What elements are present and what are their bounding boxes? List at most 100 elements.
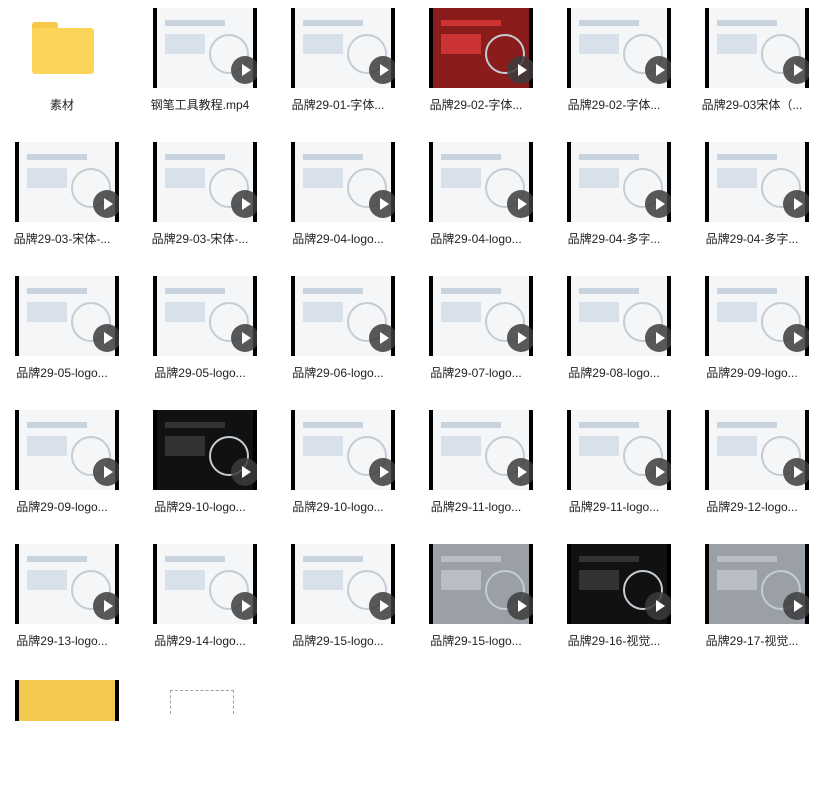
video-thumbnail [15, 142, 119, 222]
file-name-label: 素材 [49, 98, 74, 112]
file-name-label: 品牌29-08-logo... [568, 366, 660, 380]
video-file-item[interactable]: 品牌29-06-logo... [276, 268, 400, 392]
file-name-label: 品牌29-04-多字... [705, 232, 799, 246]
video-file-item[interactable]: 品牌29-17-视觉... [690, 536, 814, 660]
play-icon[interactable] [507, 56, 533, 84]
file-name-label: 品牌29-10-logo... [292, 500, 384, 514]
file-name-label: 品牌29-07-logo... [430, 366, 522, 380]
play-icon[interactable] [645, 56, 671, 84]
video-file-item[interactable]: 品牌29-08-logo... [552, 268, 676, 392]
video-file-item[interactable]: 品牌29-07-logo... [414, 268, 538, 392]
file-name-label: 品牌29-04-logo... [430, 232, 522, 246]
video-thumbnail [705, 142, 809, 222]
video-thumbnail [429, 8, 533, 88]
video-file-item[interactable]: 品牌29-02-字体... [552, 0, 676, 124]
video-file-item[interactable]: 品牌29-01-字体... [276, 0, 400, 124]
play-icon[interactable] [93, 458, 119, 486]
video-thumbnail [705, 276, 809, 356]
file-name-label: 品牌29-09-logo... [706, 366, 798, 380]
video-thumbnail [153, 8, 257, 88]
file-item-partial[interactable] [0, 672, 124, 796]
play-icon[interactable] [783, 324, 809, 352]
video-file-item[interactable]: 品牌29-12-logo... [690, 402, 814, 526]
play-icon[interactable] [783, 592, 809, 620]
play-icon[interactable] [645, 324, 671, 352]
video-file-item[interactable]: 品牌29-03宋体（... [690, 0, 814, 124]
video-file-item[interactable]: 品牌29-14-logo... [138, 536, 262, 660]
play-icon[interactable] [369, 458, 395, 486]
video-file-item[interactable]: 品牌29-09-logo... [690, 268, 814, 392]
play-icon[interactable] [783, 56, 809, 84]
file-name-label: 品牌29-13-logo... [16, 634, 108, 648]
play-icon[interactable] [231, 56, 257, 84]
video-file-item[interactable]: 品牌29-05-logo... [138, 268, 262, 392]
play-icon[interactable] [93, 190, 119, 218]
file-name-label: 品牌29-16-视觉... [567, 634, 661, 648]
video-file-item[interactable]: 品牌29-04-多字... [552, 134, 676, 258]
file-grid: 素材 钢笔工具教程.mp4 品牌29-01-字体... 品牌29-02-字体... 品牌… [0, 0, 814, 713]
video-file-item[interactable]: 品牌29-05-logo... [0, 268, 124, 392]
file-name-label: 品牌29-15-logo... [292, 634, 384, 648]
file-name-label: 品牌29-09-logo... [16, 500, 108, 514]
file-name-label: 品牌29-05-logo... [154, 366, 246, 380]
video-file-item[interactable]: 品牌29-09-logo... [0, 402, 124, 526]
play-icon[interactable] [369, 56, 395, 84]
video-file-item[interactable]: 品牌29-03-宋体-... [138, 134, 262, 258]
video-thumbnail [705, 8, 809, 88]
play-icon[interactable] [783, 190, 809, 218]
play-icon[interactable] [369, 592, 395, 620]
play-icon[interactable] [783, 458, 809, 486]
video-file-item[interactable]: 品牌29-10-logo... [276, 402, 400, 526]
video-file-item[interactable]: 品牌29-04-logo... [276, 134, 400, 258]
play-icon[interactable] [507, 592, 533, 620]
video-thumbnail [291, 276, 395, 356]
video-thumbnail [429, 544, 533, 624]
video-file-item[interactable]: 品牌29-15-logo... [276, 536, 400, 660]
play-icon[interactable] [231, 458, 257, 486]
play-icon[interactable] [645, 592, 671, 620]
video-file-item[interactable]: 品牌29-04-logo... [414, 134, 538, 258]
file-name-label: 品牌29-01-字体... [291, 98, 385, 112]
video-thumbnail [429, 142, 533, 222]
file-name-label: 品牌29-04-多字... [567, 232, 661, 246]
file-name-label: 品牌29-05-logo... [16, 366, 108, 380]
video-file-item[interactable]: 品牌29-11-logo... [414, 402, 538, 526]
file-name-label: 品牌29-14-logo... [154, 634, 246, 648]
empty-placeholder [170, 690, 234, 714]
play-icon[interactable] [93, 592, 119, 620]
video-thumbnail [429, 276, 533, 356]
play-icon[interactable] [645, 458, 671, 486]
play-icon[interactable] [231, 190, 257, 218]
video-thumbnail [15, 276, 119, 356]
play-icon[interactable] [231, 592, 257, 620]
video-thumbnail [153, 410, 257, 490]
play-icon[interactable] [369, 324, 395, 352]
video-file-item[interactable]: 品牌29-03-宋体-... [0, 134, 124, 258]
play-icon[interactable] [645, 190, 671, 218]
video-thumbnail [567, 8, 671, 88]
video-thumbnail [15, 410, 119, 490]
file-name-label: 钢笔工具教程.mp4 [150, 98, 250, 112]
play-icon[interactable] [507, 190, 533, 218]
video-file-item[interactable]: 品牌29-13-logo... [0, 536, 124, 660]
video-file-item[interactable]: 钢笔工具教程.mp4 [138, 0, 262, 124]
video-file-item[interactable]: 品牌29-16-视觉... [552, 536, 676, 660]
video-thumbnail [291, 544, 395, 624]
video-thumbnail [153, 544, 257, 624]
video-thumbnail [153, 142, 257, 222]
play-icon[interactable] [93, 324, 119, 352]
video-thumbnail [567, 544, 671, 624]
play-icon[interactable] [507, 324, 533, 352]
file-name-label: 品牌29-04-logo... [292, 232, 384, 246]
folder-item[interactable]: 素材 [0, 0, 124, 124]
play-icon[interactable] [507, 458, 533, 486]
video-file-item[interactable]: 品牌29-02-字体... [414, 0, 538, 124]
video-file-item[interactable]: 品牌29-11-logo... [552, 402, 676, 526]
file-name-label: 品牌29-02-字体... [429, 98, 523, 112]
play-icon[interactable] [369, 190, 395, 218]
play-icon[interactable] [231, 324, 257, 352]
video-file-item[interactable]: 品牌29-04-多字... [690, 134, 814, 258]
file-name-label: 品牌29-12-logo... [706, 500, 798, 514]
video-file-item[interactable]: 品牌29-15-logo... [414, 536, 538, 660]
video-file-item[interactable]: 品牌29-10-logo... [138, 402, 262, 526]
